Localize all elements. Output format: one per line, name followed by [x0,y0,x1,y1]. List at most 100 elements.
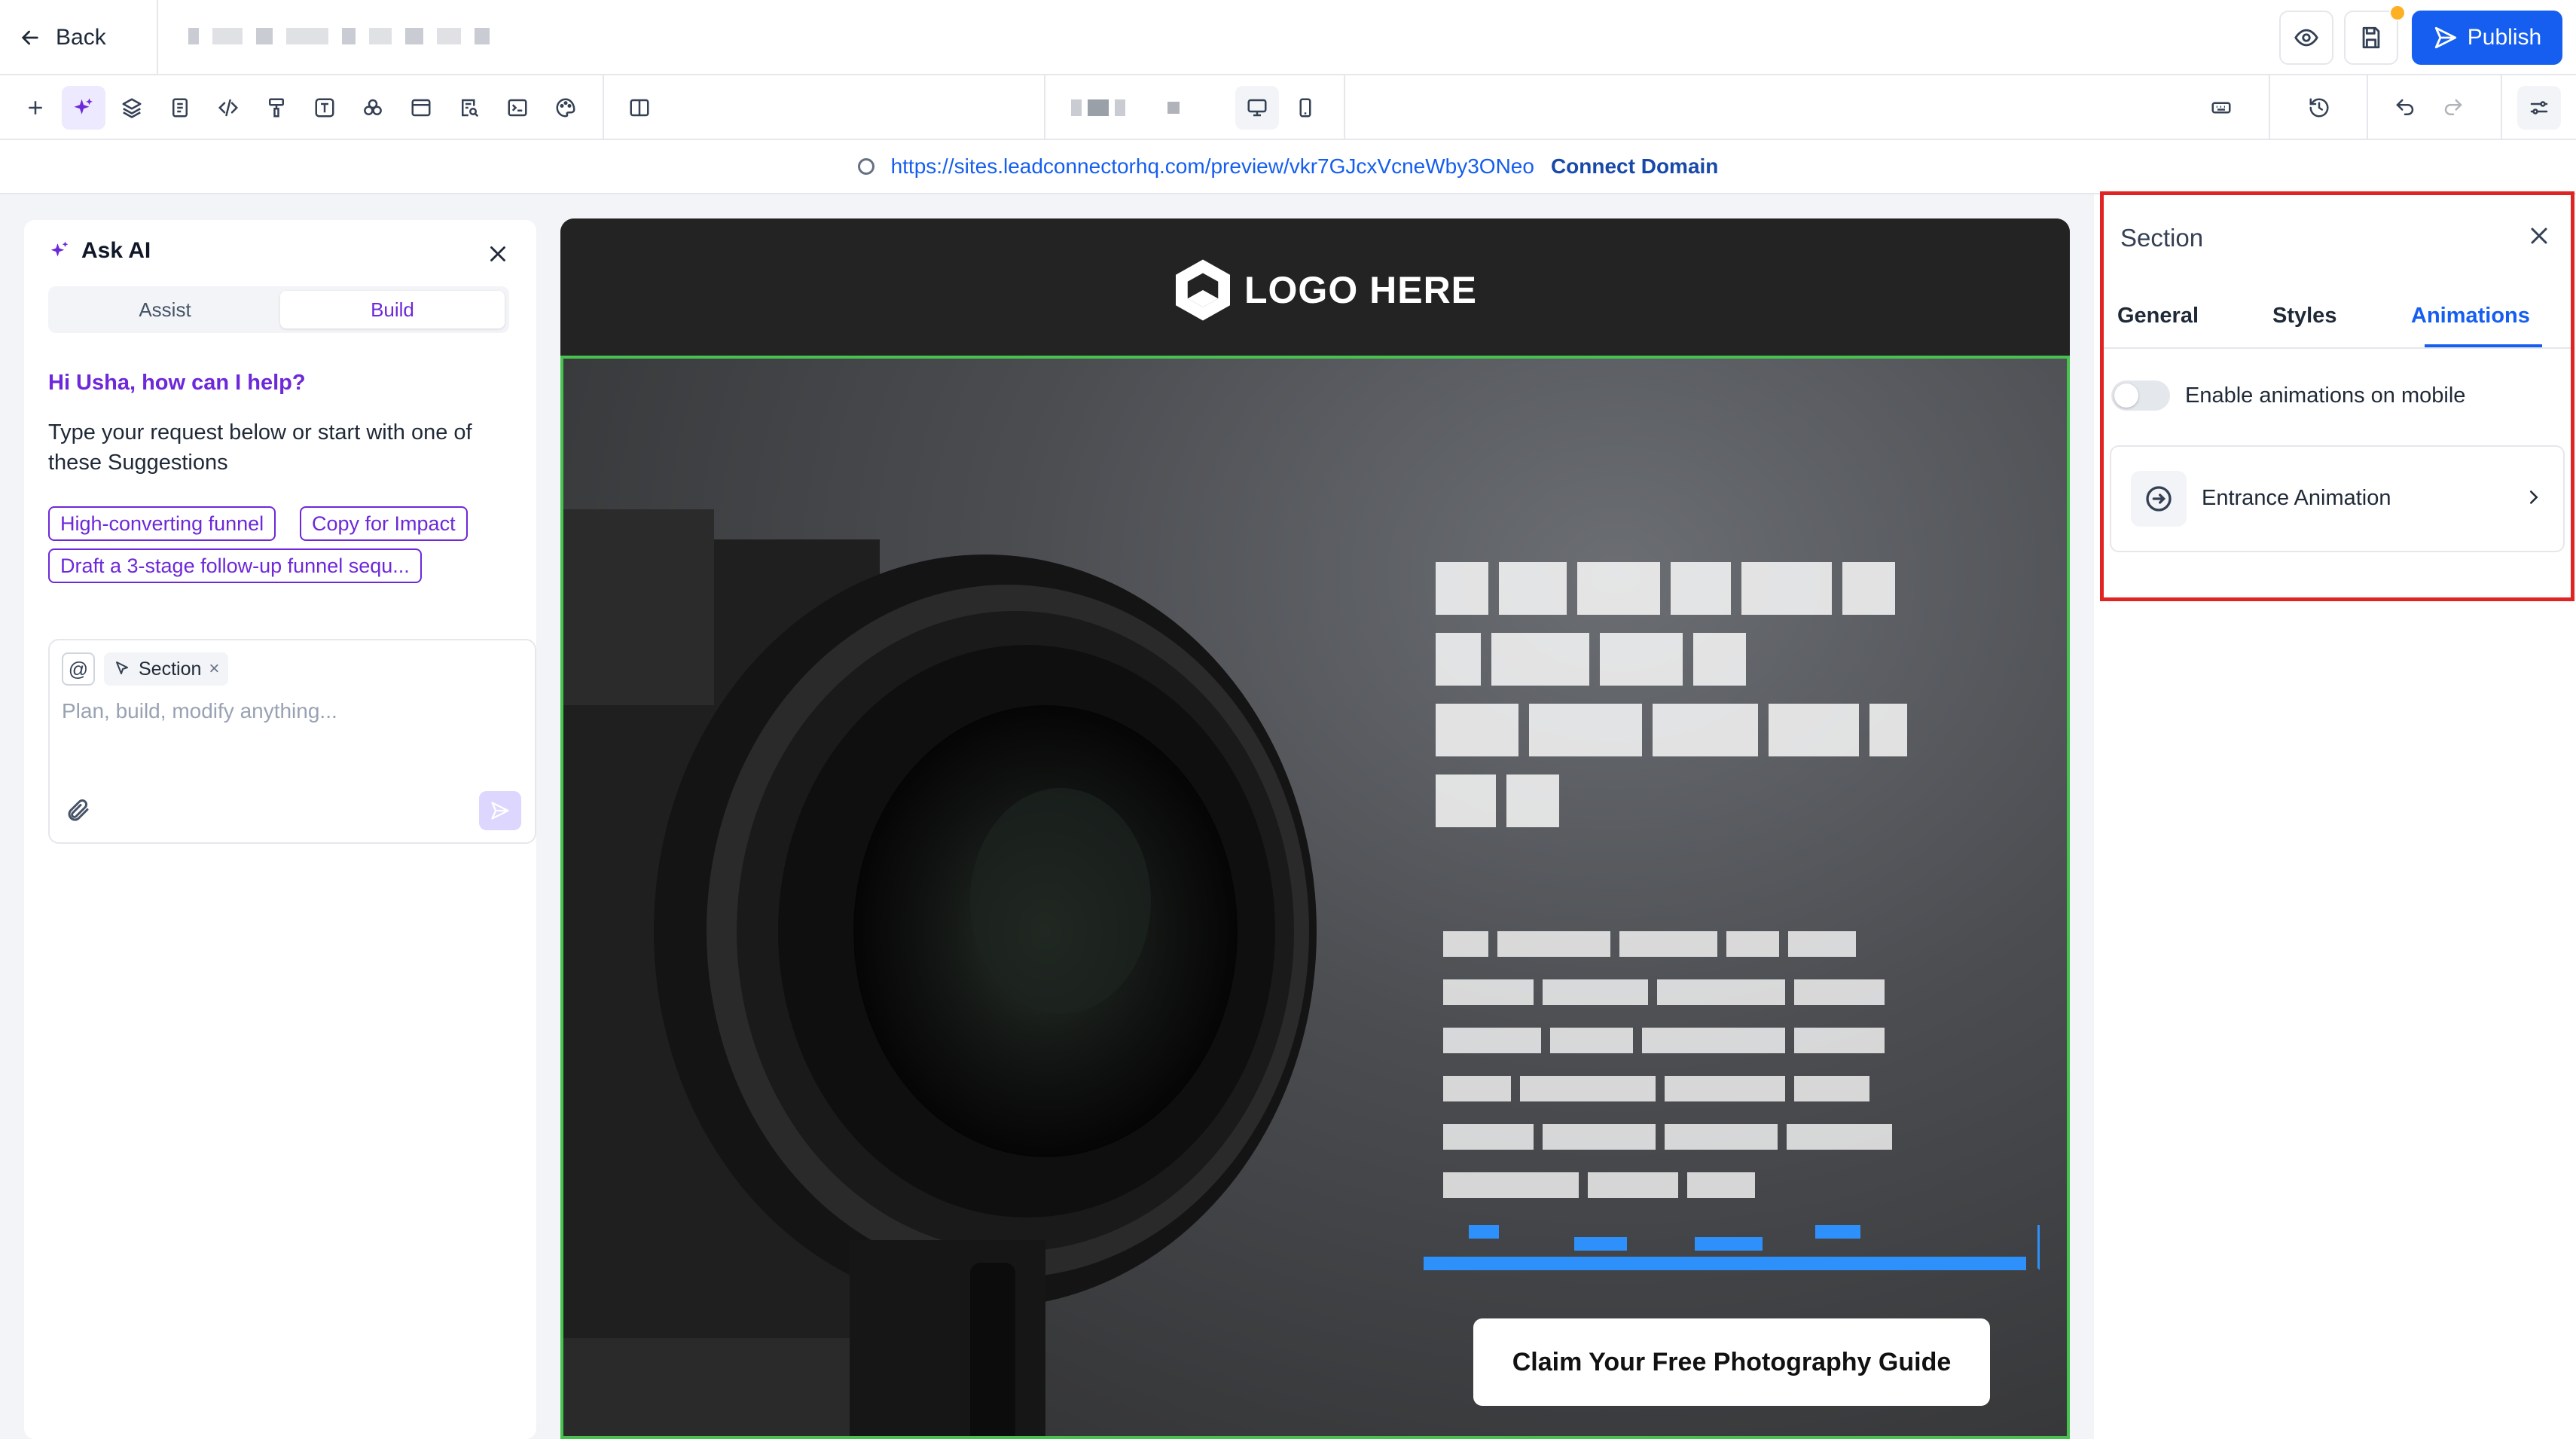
entrance-animation-row[interactable]: Entrance Animation [2110,445,2565,552]
suggestion-chip[interactable]: Draft a 3-stage follow-up funnel sequ... [48,548,422,583]
layers-button[interactable] [110,86,154,130]
greeting: Hi Usha, how can I help? [48,371,306,395]
logo: LOGO HERE [1169,256,1477,324]
monitor-icon [1247,99,1267,117]
page-title-redacted [188,21,490,51]
divider [2269,75,2270,140]
divider [1344,75,1345,140]
terminal-button[interactable] [496,86,539,130]
sliders-icon [2530,101,2548,115]
preview-url-bar: https://sites.leadconnectorhq.com/previe… [0,140,2576,194]
redo-button[interactable] [2431,86,2475,130]
elements-button[interactable] [351,86,395,130]
back-label: Back [56,25,106,50]
top-bar: Back Publish [0,0,2576,75]
instructions: Type your request below or start with on… [48,420,472,475]
tab-assist[interactable]: Assist [53,291,277,328]
settings-panel-button[interactable] [2517,86,2561,130]
split-view-button[interactable] [618,86,661,130]
typography-button[interactable] [303,86,346,130]
connect-domain-link[interactable]: Connect Domain [1551,154,1718,179]
mobile-view-button[interactable] [1283,86,1327,130]
divider [157,0,158,75]
preview-url-link[interactable]: https://sites.leadconnectorhq.com/previe… [891,154,1534,179]
terminal-icon [508,99,527,117]
theme-button[interactable] [544,86,588,130]
divider [2501,75,2502,140]
columns-icon [630,99,649,117]
back-button[interactable]: Back [18,18,106,57]
context-tag[interactable]: Section × [104,652,229,686]
tab-build[interactable]: Build [280,291,505,328]
send-icon [491,802,509,820]
chevron-right-icon [2530,490,2538,504]
divider [2367,75,2368,140]
close-icon[interactable] [485,241,511,267]
tab-animations[interactable]: Animations [2411,304,2530,328]
arrow-left-icon [21,30,38,45]
paperclip-icon[interactable] [65,797,92,824]
divider [603,75,604,140]
pages-button[interactable] [158,86,202,130]
keyboard-shortcuts-button[interactable] [2199,86,2243,130]
suggestion-chip[interactable]: Copy for Impact [300,506,468,541]
prompt-input[interactable]: Plan, build, modify anything... [62,699,337,723]
active-tab-indicator [2425,344,2542,347]
headline-redacted [1436,562,2023,845]
cta-button[interactable]: Claim Your Free Photography Guide [1473,1318,1990,1406]
cursor-icon [116,661,128,674]
mention-button[interactable]: @ [62,652,95,686]
paint-button[interactable] [255,86,298,130]
code-button[interactable] [206,86,250,130]
unsaved-indicator [2389,5,2406,21]
sparkle-icon [50,241,69,257]
hero-section-selected[interactable]: Claim Your Free Photography Guide [560,359,2070,1439]
close-icon[interactable] [2526,222,2553,249]
mobile-animation-toggle[interactable] [2111,380,2170,411]
save-icon [2362,26,2380,49]
remove-tag-icon[interactable]: × [209,658,219,680]
publish-button[interactable]: Publish [2412,11,2562,65]
forms-button[interactable] [447,86,491,130]
tab-styles[interactable]: Styles [2272,304,2336,328]
entrance-animation-label: Entrance Animation [2202,486,2391,510]
suggestion-chip[interactable]: High-converting funnel [48,506,276,541]
paint-roller-icon [269,98,284,118]
browser-window-icon [411,99,431,117]
smartphone-icon [1299,98,1311,118]
code-icon [218,99,239,117]
hexagon-logo-icon [1176,259,1230,321]
shapes-icon [364,99,382,115]
text-icon [315,98,334,118]
mobile-animation-setting: Enable animations on mobile [2111,380,2465,411]
undo-button[interactable] [2383,86,2427,130]
preview-button[interactable] [2279,11,2333,65]
divider [1044,75,1045,140]
page-name-redacted [1071,99,1180,116]
sections-button[interactable] [399,86,443,130]
body-copy-redacted [1443,931,2016,1221]
document-icon [172,98,188,118]
tab-general[interactable]: General [2117,304,2199,328]
publish-label: Publish [2467,25,2542,50]
ai-button[interactable] [62,86,105,130]
send-button[interactable] [479,791,521,830]
ask-ai-header: Ask AI [48,238,151,264]
preview-header-section[interactable]: LOGO HERE [560,218,2070,359]
history-icon [2309,98,2329,118]
status-circle-icon [857,158,874,175]
keyboard-icon [2211,102,2231,114]
add-element-button[interactable] [14,86,57,130]
prompt-box[interactable]: @ Section × Plan, build, modify anything… [48,639,536,844]
sparkle-icon [74,98,93,115]
save-button[interactable] [2344,11,2398,65]
section-settings-panel: Section General Styles Animations Enable… [2100,191,2574,601]
palette-icon [556,98,575,118]
desktop-view-button[interactable] [1235,86,1279,130]
context-tag-label: Section [139,658,202,680]
layers-icon [122,98,142,118]
undo-icon [2396,99,2414,115]
page-preview: LOGO HERE Claim Your Free Photography Gu… [560,218,2070,1439]
history-button[interactable] [2297,86,2341,130]
editor-toolbar [0,75,2576,140]
